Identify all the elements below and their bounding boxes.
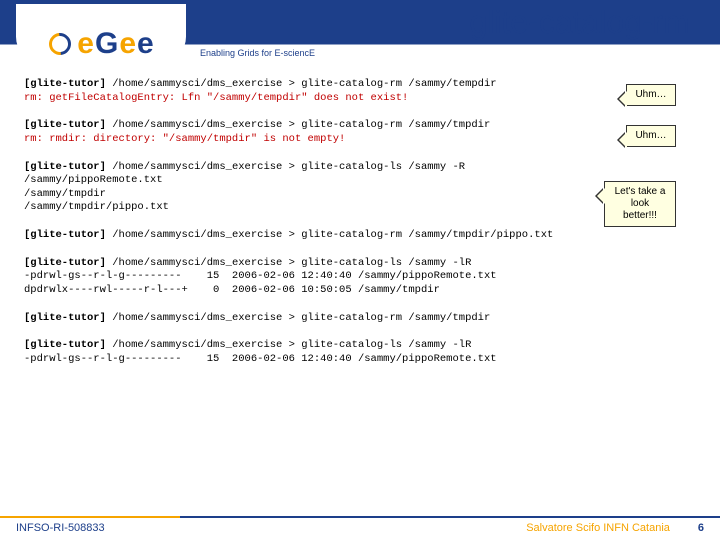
error-text: rm: getFileCatalogEntry: Lfn "/sammy/tem… xyxy=(24,92,408,104)
terminal-block: [glite-tutor] /home/sammysci/dms_exercis… xyxy=(24,229,696,243)
prompt: [glite-tutor] xyxy=(24,119,112,131)
terminal-line: [glite-tutor] /home/sammysci/dms_exercis… xyxy=(24,229,696,243)
logo-swirl-icon xyxy=(45,29,76,60)
prompt: [glite-tutor] xyxy=(24,312,112,324)
terminal-line: rm: rmdir: directory: "/sammy/tmpdir" is… xyxy=(24,133,696,147)
slide-tagline: Enabling Grids for E-sciencE xyxy=(200,48,315,58)
slide-title: glite-catalog-rm xyxy=(469,4,690,41)
egee-logo: e G e e xyxy=(49,27,152,61)
terminal-block: [glite-tutor] /home/sammysci/dms_exercis… xyxy=(24,339,696,366)
prompt: [glite-tutor] xyxy=(24,78,112,90)
logo-letter: e xyxy=(137,27,153,61)
terminal-line: -pdrwl-gs--r-l-g--------- 15 2006-02-06 … xyxy=(24,270,696,284)
callout: Uhm… xyxy=(626,84,676,106)
terminal-line: -pdrwl-gs--r-l-g--------- 15 2006-02-06 … xyxy=(24,353,696,367)
terminal-line: rm: getFileCatalogEntry: Lfn "/sammy/tem… xyxy=(24,92,696,106)
terminal-line: [glite-tutor] /home/sammysci/dms_exercis… xyxy=(24,312,696,326)
terminal-line: [glite-tutor] /home/sammysci/dms_exercis… xyxy=(24,119,696,133)
callout: Let's take a look better!!! xyxy=(604,181,676,227)
terminal-line: [glite-tutor] /home/sammysci/dms_exercis… xyxy=(24,161,696,175)
terminal-line: [glite-tutor] /home/sammysci/dms_exercis… xyxy=(24,257,696,271)
terminal-line: [glite-tutor] /home/sammysci/dms_exercis… xyxy=(24,78,696,92)
terminal-line: dpdrwlx----rwl-----r-l---+ 0 2006-02-06 … xyxy=(24,284,696,298)
footer-author: Salvatore Scifo INFN Catania xyxy=(526,522,670,534)
terminal-block: [glite-tutor] /home/sammysci/dms_exercis… xyxy=(24,119,696,146)
footer-left: INFSO-RI-508833 xyxy=(16,522,105,534)
footer-rule xyxy=(0,516,720,518)
terminal-line: [glite-tutor] /home/sammysci/dms_exercis… xyxy=(24,339,696,353)
callout: Uhm… xyxy=(626,125,676,147)
slide-header: e G e e glite-catalog-rm Enabling Grids … xyxy=(0,0,720,72)
logo-letter: G xyxy=(95,27,117,61)
page-number: 6 xyxy=(698,522,704,534)
terminal-body: [glite-tutor] /home/sammysci/dms_exercis… xyxy=(0,72,720,367)
terminal-block: [glite-tutor] /home/sammysci/dms_exercis… xyxy=(24,312,696,326)
logo-letter: e xyxy=(77,27,93,61)
prompt: [glite-tutor] xyxy=(24,229,112,241)
terminal-line: /sammy/pippoRemote.txt xyxy=(24,174,696,188)
terminal-block: [glite-tutor] /home/sammysci/dms_exercis… xyxy=(24,78,696,105)
terminal-block: [glite-tutor] /home/sammysci/dms_exercis… xyxy=(24,161,696,216)
slide-footer: INFSO-RI-508833 Salvatore Scifo INFN Cat… xyxy=(0,516,720,540)
prompt: [glite-tutor] xyxy=(24,257,112,269)
prompt: [glite-tutor] xyxy=(24,339,112,351)
terminal-block: [glite-tutor] /home/sammysci/dms_exercis… xyxy=(24,257,696,298)
prompt: [glite-tutor] xyxy=(24,161,112,173)
footer-right: Salvatore Scifo INFN Catania 6 xyxy=(526,522,704,534)
error-text: rm: rmdir: directory: "/sammy/tmpdir" is… xyxy=(24,133,345,145)
logo-letter: e xyxy=(119,27,135,61)
